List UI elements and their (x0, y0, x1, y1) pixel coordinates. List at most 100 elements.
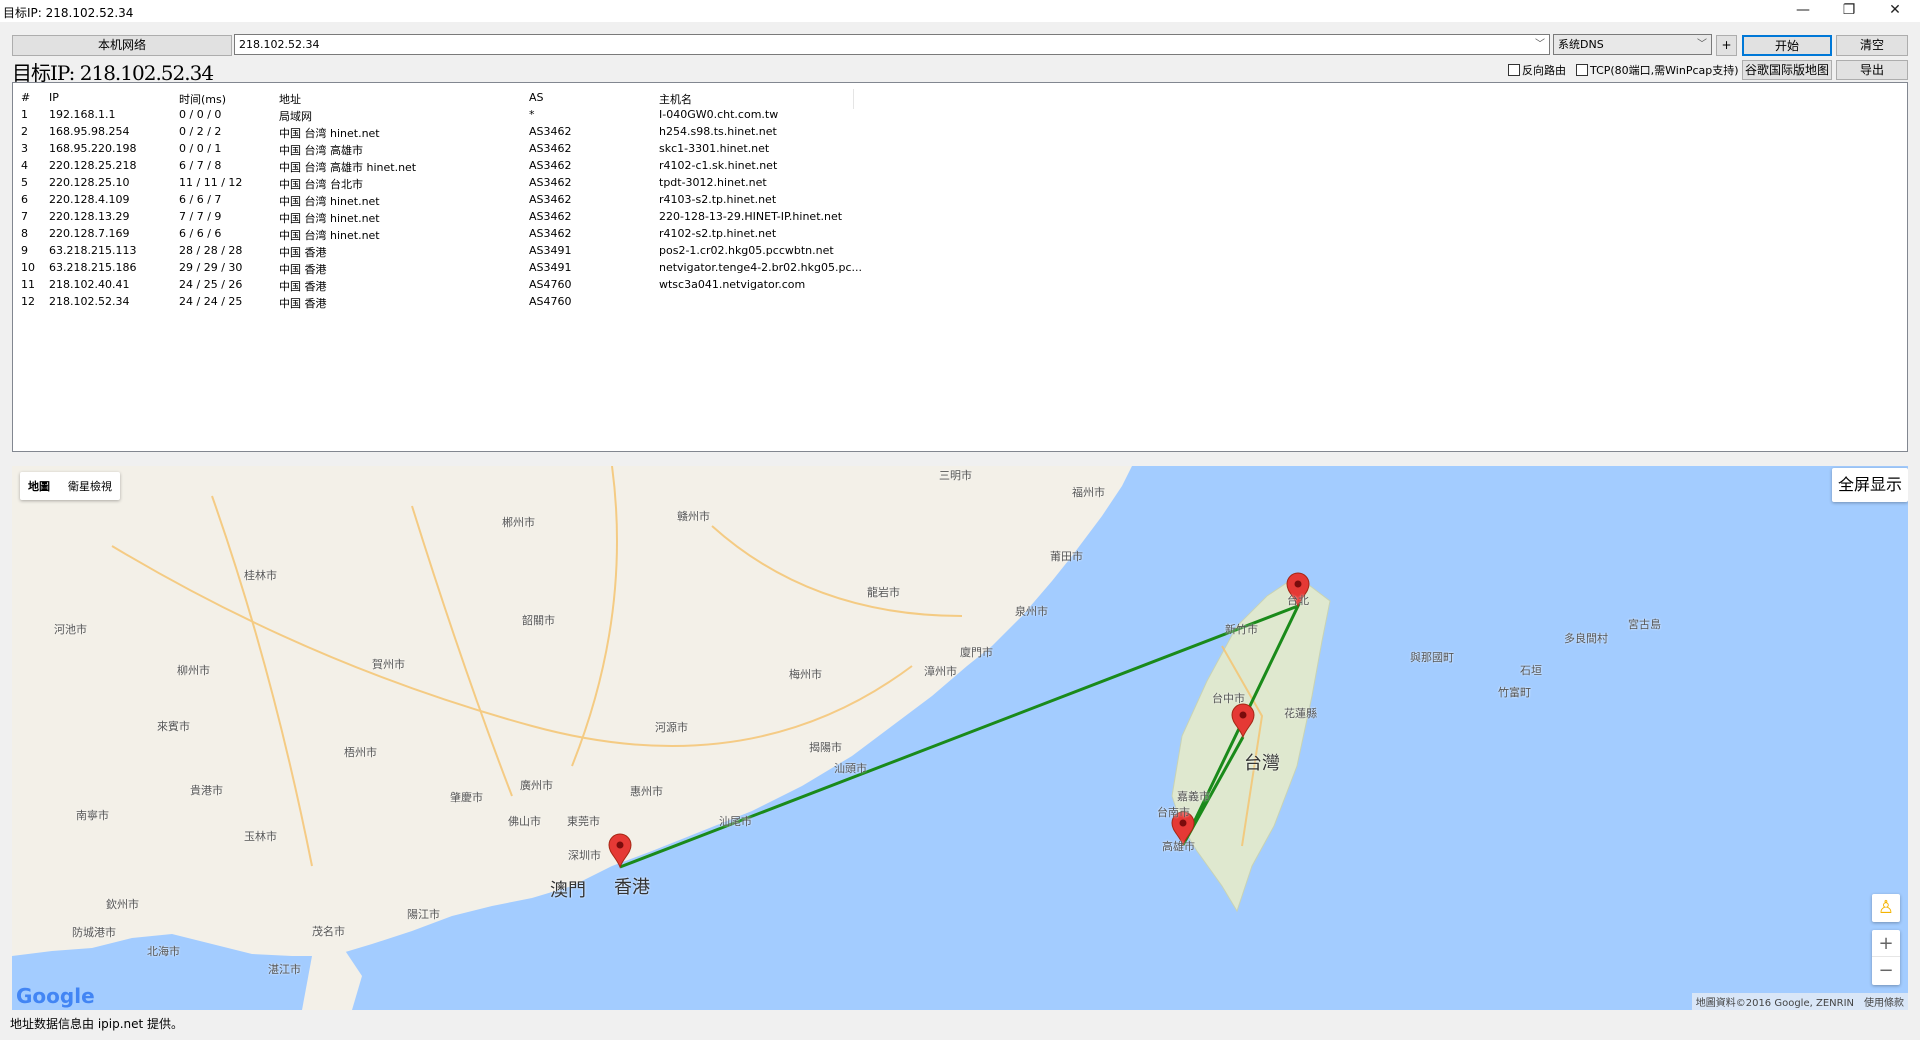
city-label: 南寧市 (76, 809, 109, 822)
table-row[interactable]: 1 192.168.1.1 0 / 0 / 0 局域网 * I-040GW0.cht.co… (13, 106, 1907, 123)
reverse-route-checkbox[interactable]: 反向路由 (1508, 62, 1566, 78)
add-dns-button[interactable]: + (1716, 35, 1737, 56)
table-row[interactable]: 4 220.128.25.218 6 / 7 / 8 中国 台湾 高雄市 hinet.… (13, 157, 1907, 174)
city-label: 防城港市 (72, 926, 116, 939)
city-label: 澳門 (550, 880, 586, 901)
city-label: 台灣 (1244, 753, 1280, 774)
cell-address: 中国 台湾 高雄市 (279, 144, 363, 157)
zoom-control: + − (1872, 930, 1900, 985)
cell-ip: 220.128.7.169 (49, 227, 130, 240)
city-label: 欽州市 (106, 898, 139, 911)
header-ip[interactable]: IP (49, 91, 59, 104)
cell-time: 0 / 0 / 0 (179, 108, 222, 121)
table-row[interactable]: 11 218.102.40.41 24 / 25 / 26 中国 香港 AS4760 wt… (13, 276, 1907, 293)
tcp-checkbox[interactable]: TCP(80端口,需WinPcap支持) (1576, 62, 1739, 78)
cell-address: 中国 香港 (279, 263, 327, 276)
city-label: 赣州市 (677, 510, 710, 523)
header-hostname[interactable]: 主机名 (659, 91, 692, 107)
header-num[interactable]: # (21, 91, 30, 104)
city-label: 東莞市 (567, 815, 600, 828)
cell-ip: 220.128.13.29 (49, 210, 130, 223)
cell-ip: 218.102.52.34 (49, 295, 130, 308)
city-label: 惠州市 (630, 785, 663, 798)
city-label: 河源市 (655, 721, 688, 734)
city-label: 高雄市 (1162, 840, 1195, 853)
zoom-out-button[interactable]: − (1872, 957, 1900, 984)
cell-address: 中国 台湾 hinet.net (279, 229, 380, 242)
map-type-map[interactable]: 地圖 (28, 478, 50, 494)
checkbox-icon[interactable] (1508, 64, 1520, 76)
cell-time: 29 / 29 / 30 (179, 261, 243, 274)
checkbox-icon[interactable] (1576, 64, 1588, 76)
city-label: 龍岩市 (867, 586, 900, 599)
target-value: 218.102.52.34 (239, 38, 320, 51)
minimize-button[interactable]: — (1780, 0, 1826, 22)
cell-address: 中国 香港 (279, 297, 327, 310)
header-address[interactable]: 地址 (279, 91, 301, 107)
zoom-in-button[interactable]: + (1872, 930, 1900, 957)
table-header: # IP 时间(ms) 地址 AS 主机名 (13, 89, 1907, 109)
table-row[interactable]: 9 63.218.215.113 28 / 28 / 28 中国 香港 AS3491 po… (13, 242, 1907, 259)
map-type-satellite[interactable]: 衛星檢視 (68, 478, 112, 494)
attribution-text: 地圖資料©2016 Google, ZENRIN (1695, 998, 1854, 1009)
marker-dot (1179, 819, 1187, 827)
chevron-down-icon[interactable]: ﹀ (1697, 35, 1707, 54)
city-label: 泉州市 (1015, 605, 1048, 618)
table-row[interactable]: 8 220.128.7.169 6 / 6 / 6 中国 台湾 hinet.net AS… (13, 225, 1907, 242)
trace-table[interactable]: # IP 时间(ms) 地址 AS 主机名 1 192.168.1.1 0 / 0 … (12, 82, 1908, 452)
table-row[interactable]: 12 218.102.52.34 24 / 24 / 25 中国 香港 AS4760 (13, 293, 1907, 310)
tcp-label: TCP(80端口,需WinPcap支持) (1590, 64, 1739, 77)
cell-num: 6 (21, 193, 28, 206)
clear-button[interactable]: 清空 (1836, 35, 1908, 56)
start-button[interactable]: 开始 (1742, 35, 1832, 56)
dns-select[interactable]: 系统DNS ﹀ (1553, 34, 1712, 55)
pegman-icon[interactable]: ♙ (1872, 894, 1900, 922)
city-label: 廣州市 (520, 779, 553, 792)
cell-time: 7 / 7 / 9 (179, 210, 222, 223)
city-label: 與那國町 (1410, 651, 1454, 664)
cell-address: 中国 台湾 hinet.net (279, 127, 380, 140)
table-row[interactable]: 6 220.128.4.109 6 / 6 / 7 中国 台湾 hinet.net AS… (13, 191, 1907, 208)
cell-as: AS3462 (529, 227, 572, 240)
city-label: 佛山市 (508, 815, 541, 828)
cell-address: 中国 台湾 hinet.net (279, 195, 380, 208)
cell-hostname: skc1-3301.hinet.net (659, 142, 770, 155)
target-input[interactable]: 218.102.52.34 ﹀ (234, 34, 1550, 55)
table-row[interactable]: 5 220.128.25.10 11 / 11 / 12 中国 台湾 台北市 AS346… (13, 174, 1907, 191)
close-button[interactable]: ✕ (1872, 0, 1918, 22)
cell-num: 3 (21, 142, 28, 155)
local-network-button[interactable]: 本机网络 (12, 35, 232, 56)
chevron-down-icon[interactable]: ﹀ (1535, 35, 1545, 54)
map-attribution: 地圖資料©2016 Google, ZENRIN 使用條款 (1691, 993, 1908, 1010)
cell-ip: 168.95.98.254 (49, 125, 130, 138)
header-time[interactable]: 时间(ms) (179, 91, 226, 107)
cell-time: 28 / 28 / 28 (179, 244, 243, 257)
google-logo[interactable]: Google (16, 984, 95, 1008)
city-label: 揭陽市 (809, 741, 842, 754)
map-view[interactable]: 三明市 福州市 郴州市 赣州市 莆田市 桂林市 龍岩市 泉州市 韶關市 河池市 賀州市 柳州市 梅州市 廈… (12, 466, 1908, 1010)
city-label: 台南市 (1157, 806, 1190, 819)
cell-hostname: h254.s98.ts.hinet.net (659, 125, 777, 138)
maximize-button[interactable]: ❐ (1826, 0, 1872, 22)
reverse-route-label: 反向路由 (1522, 64, 1566, 77)
export-button[interactable]: 导出 (1836, 60, 1908, 80)
cell-hostname: wtsc3a041.netvigator.com (659, 278, 806, 291)
status-bar: 地址数据信息由 ipip.net 提供。 (10, 1017, 184, 1031)
google-map-button[interactable]: 谷歌国际版地图 (1742, 60, 1832, 80)
table-row[interactable]: 10 63.218.215.186 29 / 29 / 30 中国 香港 AS3491 n… (13, 259, 1907, 276)
city-label: 花蓮縣 (1284, 707, 1317, 720)
city-label: 石垣 (1520, 664, 1542, 677)
header-as[interactable]: AS (529, 91, 544, 104)
fullscreen-button[interactable]: 全屏显示 (1831, 468, 1908, 502)
cell-as: AS3462 (529, 142, 572, 155)
cell-hostname: 220-128-13-29.HINET-IP.hinet.net (659, 210, 843, 223)
cell-as: AS3462 (529, 193, 572, 206)
cell-as: AS3462 (529, 125, 572, 138)
city-label: 宮古島 (1628, 618, 1661, 631)
terms-link[interactable]: 使用條款 (1864, 994, 1904, 1009)
city-label: 陽江市 (407, 908, 440, 921)
table-row[interactable]: 3 168.95.220.198 0 / 0 / 1 中国 台湾 高雄市 AS3462 s… (13, 140, 1907, 157)
cell-as: AS3462 (529, 210, 572, 223)
table-row[interactable]: 2 168.95.98.254 0 / 2 / 2 中国 台湾 hinet.net AS… (13, 123, 1907, 140)
table-row[interactable]: 7 220.128.13.29 7 / 7 / 9 中国 台湾 hinet.net AS… (13, 208, 1907, 225)
